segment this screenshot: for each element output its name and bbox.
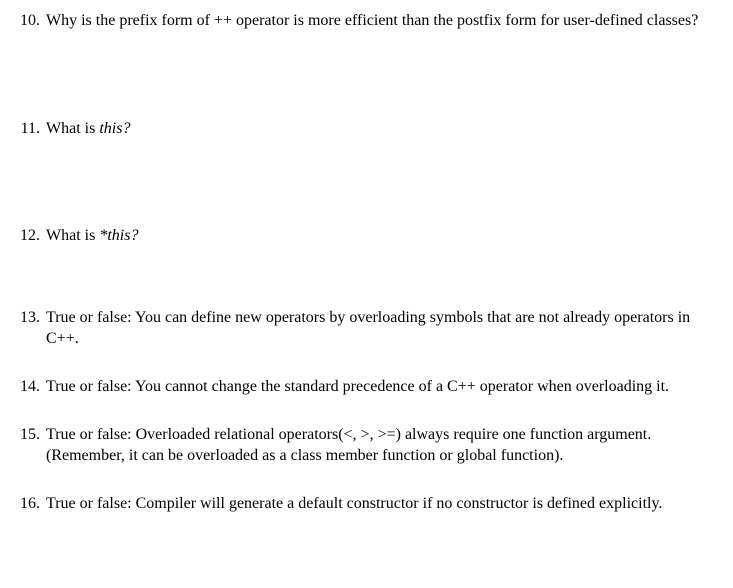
question-text: Why is the prefix form of ++ operator is… [46, 10, 705, 32]
question-number: 14. [18, 376, 46, 398]
question-number: 12. [18, 225, 46, 247]
question-text-italic: *this? [99, 227, 138, 244]
question-text: True or false: You cannot change the sta… [46, 376, 705, 398]
question-text: True or false: Compiler will generate a … [46, 493, 705, 515]
question-text: True or false: Overloaded relational ope… [46, 424, 705, 467]
question-11: 11.What is this? [18, 118, 705, 140]
question-number: 10. [18, 10, 46, 32]
question-13: 13.True or false: You can define new ope… [18, 307, 705, 350]
question-number: 11. [18, 118, 46, 140]
question-text: True or false: You can define new operat… [46, 307, 705, 350]
question-text: What is this? [46, 118, 705, 140]
question-15: 15.True or false: Overloaded relational … [18, 424, 705, 467]
question-number: 16. [18, 493, 46, 515]
question-14: 14.True or false: You cannot change the … [18, 376, 705, 398]
question-number: 13. [18, 307, 46, 350]
question-12: 12.What is *this? [18, 225, 705, 247]
question-text-prefix: What is [46, 227, 99, 244]
question-text-prefix: What is [46, 120, 99, 137]
question-10: 10.Why is the prefix form of ++ operator… [18, 10, 705, 32]
question-number: 15. [18, 424, 46, 467]
question-text: What is *this? [46, 225, 705, 247]
question-text-italic: this? [99, 120, 130, 137]
question-16: 16.True or false: Compiler will generate… [18, 493, 705, 515]
